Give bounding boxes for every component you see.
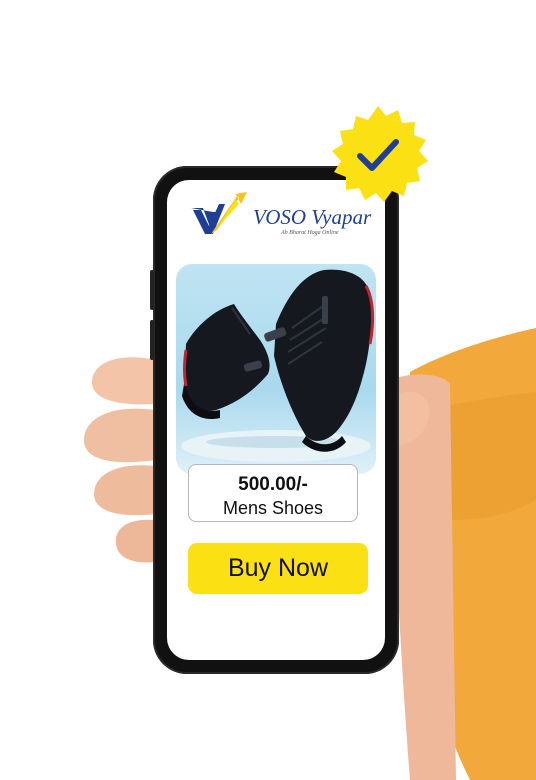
brand-name: VOSO Vyapar — [253, 205, 372, 229]
brand-tagline: Ab Bharat Hoga Online — [281, 230, 339, 236]
product-price: 500.00/- — [238, 474, 308, 495]
logo-mark-icon — [191, 192, 247, 234]
product-image-card[interactable] — [176, 264, 376, 474]
phone-screen: VOSO Vyapar Ab Bharat Hoga Online 500.00… — [167, 180, 385, 660]
verified-badge — [332, 106, 428, 202]
buy-now-button[interactable]: Buy Now — [188, 543, 368, 594]
badge-seal — [332, 106, 428, 202]
product-name: Mens Shoes — [222, 498, 324, 518]
product-info-box: 500.00/- Mens Shoes — [188, 464, 358, 522]
hero-scene: VOSO Vyapar Ab Bharat Hoga Online 500.00… — [0, 0, 536, 780]
sneakers-image — [181, 269, 375, 462]
